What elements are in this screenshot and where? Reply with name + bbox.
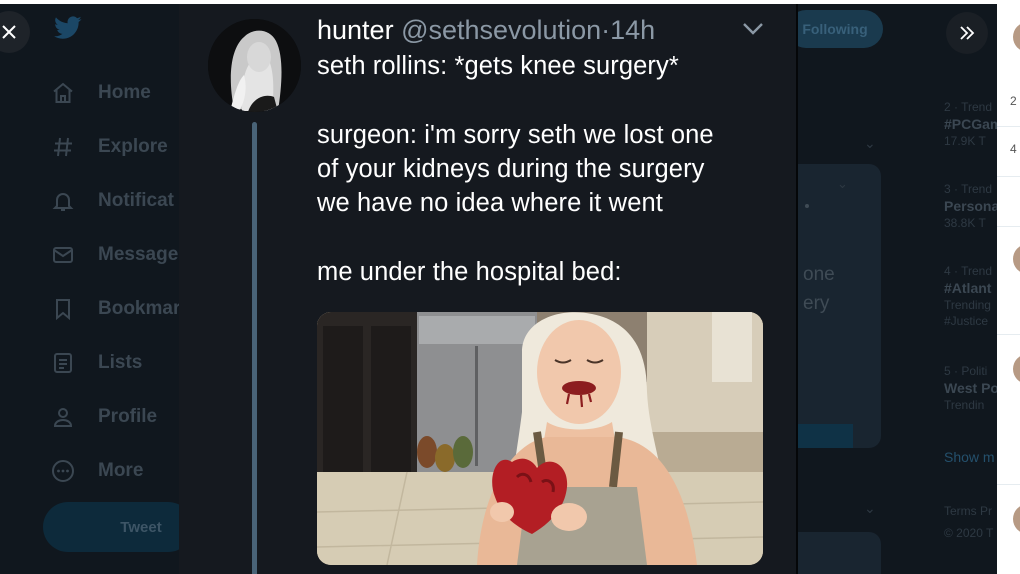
- chevron-down-icon[interactable]: [742, 22, 764, 36]
- trend-name: #Atlant: [944, 280, 992, 296]
- trend-name: Persona: [944, 198, 997, 214]
- nav-item-label: Message: [98, 244, 179, 265]
- twitter-logo-icon[interactable]: [54, 16, 82, 40]
- avatar: [1013, 504, 1020, 534]
- nav-item-lists[interactable]: Lists: [50, 336, 190, 390]
- nav-item-label: Bookmar: [98, 298, 181, 319]
- trend-count: 17.9K T: [944, 134, 986, 148]
- divider: [997, 484, 1020, 485]
- background-card: ⌄ one ery: [797, 164, 881, 448]
- background-card-line: ery: [803, 293, 830, 314]
- close-icon: [2, 25, 16, 39]
- thread-line: [252, 122, 257, 574]
- nav-item-home[interactable]: Home: [50, 66, 190, 120]
- avatar: [1013, 22, 1020, 52]
- trend-meta: 3 · Trend: [944, 182, 993, 196]
- footer-links[interactable]: Terms Pr: [944, 504, 992, 518]
- background-card-button: [797, 424, 853, 448]
- trend-item[interactable]: 3 · Trend Persona 38.8K T: [944, 182, 997, 230]
- nav-item-messages[interactable]: Message: [50, 228, 190, 282]
- avatar: [1013, 244, 1020, 274]
- trend-count: 38.8K T: [944, 216, 986, 230]
- nav-item-label: Explore: [98, 136, 168, 157]
- nav-item-label: More: [98, 460, 144, 481]
- chevron-down-icon[interactable]: ⌄: [864, 135, 876, 152]
- trend-name: West Po: [944, 380, 997, 396]
- background-card-lower: [797, 532, 881, 574]
- media-viewer-image: hunter @sethsevolution·14h seth rollins:…: [179, 4, 796, 574]
- bell-icon: [50, 188, 76, 214]
- person-icon: [50, 404, 76, 430]
- nav-item-profile[interactable]: Profile: [50, 390, 190, 444]
- adjacent-window: 2 4: [997, 0, 1020, 574]
- background-card-line: one: [803, 264, 835, 285]
- nav-item-bookmarks[interactable]: Bookmar: [50, 282, 190, 336]
- nav-item-label: Home: [98, 82, 151, 103]
- trend-item[interactable]: 5 · Politi West Po Trendin: [944, 364, 997, 412]
- tweet-text-line: surgeon: i'm sorry seth we lost one: [317, 121, 714, 149]
- divider: [997, 176, 1020, 177]
- tweet-time[interactable]: 14h: [610, 15, 655, 45]
- trend-item[interactable]: 4 · Trend #Atlant Trending #Justice: [944, 264, 997, 328]
- following-button[interactable]: Following: [787, 10, 883, 48]
- chevron-down-icon[interactable]: ⌄: [837, 176, 848, 192]
- tweet-text-line: me under the hospital bed:: [317, 258, 622, 286]
- tweet-text-line: of your kidneys during the surgery: [317, 155, 705, 183]
- image-edge: [796, 4, 798, 574]
- user-handle[interactable]: @sethsevolution: [401, 15, 601, 45]
- tweet-text-line: seth rollins: *gets knee surgery*: [317, 52, 679, 80]
- trend-name: #PCGam: [944, 116, 997, 132]
- envelope-icon: [50, 242, 76, 268]
- nav-item-label: Notificat: [98, 190, 174, 211]
- display-name[interactable]: hunter: [317, 15, 394, 45]
- nav-item-label: Profile: [98, 406, 158, 427]
- show-more-link[interactable]: Show m: [944, 449, 995, 465]
- nav-item-label: Lists: [98, 352, 143, 373]
- tweet-button[interactable]: Tweet: [43, 502, 193, 552]
- separator-dot: ·: [601, 15, 611, 45]
- hashtag-icon: [50, 134, 76, 160]
- trends-column: 2 · Trend #PCGam 17.9K T 3 · Trend Perso…: [937, 0, 997, 574]
- footer-copyright: © 2020 T: [944, 526, 994, 540]
- adjacent-text: 4: [1010, 142, 1017, 156]
- trend-count: Trendin: [944, 398, 985, 412]
- bookmark-icon: [50, 296, 76, 322]
- trend-meta: 2 · Trend: [944, 100, 993, 114]
- more-icon: [50, 458, 76, 484]
- list-icon: [50, 350, 76, 376]
- nav-item-notifications[interactable]: Notificat: [50, 174, 190, 228]
- divider: [997, 126, 1020, 127]
- avatar-portrait: [208, 19, 301, 112]
- avatar[interactable]: [208, 19, 301, 112]
- nav-item-more[interactable]: More: [50, 444, 190, 498]
- nav-item-explore[interactable]: Explore: [50, 120, 190, 174]
- background-card-text: one ery: [803, 260, 835, 318]
- tweet-header: hunter @sethsevolution·14h: [317, 15, 655, 46]
- dot-icon: [805, 204, 809, 208]
- trend-meta: 5 · Politi: [944, 364, 988, 378]
- avatar: [1013, 354, 1020, 384]
- chevron-down-icon[interactable]: ⌄: [864, 500, 876, 517]
- expand-button[interactable]: [946, 12, 988, 54]
- trend-item[interactable]: 2 · Trend #PCGam 17.9K T: [944, 100, 997, 148]
- trend-related: #Justice: [944, 314, 989, 328]
- trend-meta: 4 · Trend: [944, 264, 993, 278]
- adjacent-text: 2: [1010, 94, 1017, 108]
- double-chevron-right-icon: [960, 26, 975, 40]
- tweet-text-line: we have no idea where it went: [317, 189, 663, 217]
- tweet-photo[interactable]: [317, 312, 763, 565]
- divider: [997, 226, 1020, 227]
- divider: [997, 334, 1020, 335]
- home-icon: [50, 80, 76, 106]
- sidebar-nav: Home Explore Notificat Message Bookmar L…: [50, 66, 190, 498]
- trend-count: Trending: [944, 298, 991, 312]
- photo-illustration: [317, 312, 763, 565]
